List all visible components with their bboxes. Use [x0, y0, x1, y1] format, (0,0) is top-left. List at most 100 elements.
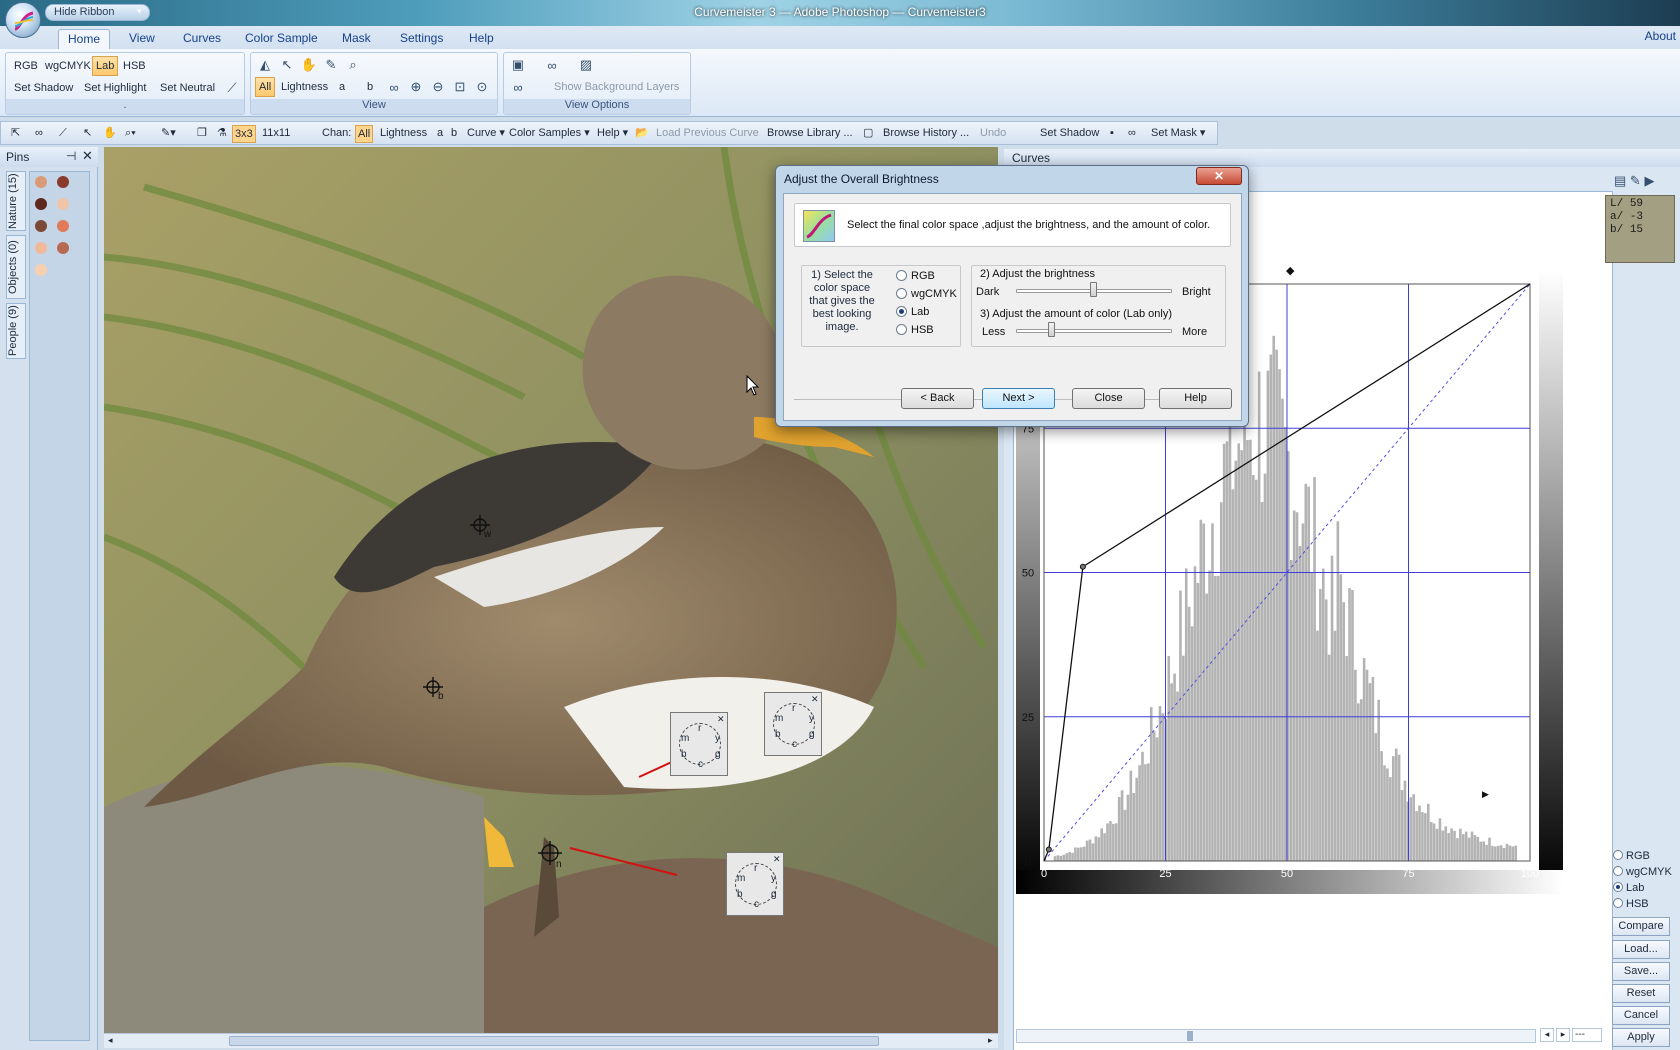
toolbar-zoom-icon[interactable]: ⌕▾ [123, 125, 138, 143]
scroll-left-icon[interactable]: ◂ [108, 1035, 113, 1046]
mode-rgb-button[interactable]: RGB [10, 56, 42, 76]
tab-nature[interactable]: Nature (15) [6, 171, 26, 231]
dialog-radio-lab[interactable]: Lab [896, 306, 929, 318]
highlight-marker-icon[interactable]: ▶ [1482, 789, 1489, 799]
pin-preset-icon[interactable] [57, 198, 69, 210]
about-link[interactable]: About [1645, 29, 1676, 43]
pin-preset-icon[interactable] [35, 198, 47, 210]
sampler-close-icon[interactable]: ✕ [773, 854, 781, 865]
color-sampler-widget[interactable]: ✕ r y g c b m [726, 852, 784, 916]
folder-icon[interactable]: 📂 [633, 125, 651, 143]
set-neutral-button[interactable]: Set Neutral [156, 78, 219, 98]
sampler-close-icon[interactable]: ✕ [811, 694, 819, 705]
dialog-close-button[interactable]: Close [1072, 388, 1145, 409]
toolbar-set-shadow-button[interactable]: Set Shadow [1038, 125, 1101, 143]
quick-access-dropdown-icon[interactable]: ▾ [137, 6, 142, 17]
zoom-in-icon[interactable]: ⊕ [406, 77, 426, 97]
channel-a-button[interactable]: a [335, 77, 349, 97]
curves-settings-icon[interactable]: ✎ [1630, 173, 1641, 188]
curve-menu[interactable]: Curve ▾ [465, 125, 507, 143]
play-icon[interactable]: ▶ [1644, 173, 1654, 188]
mode-wgcmyk-button[interactable]: wgCMYK [41, 56, 95, 76]
scrollbar-thumb[interactable] [229, 1036, 879, 1046]
magnifier-icon[interactable]: ⌕ [343, 55, 363, 75]
curve-tool-icon[interactable]: ⟋ [222, 78, 242, 98]
colorspace-option-lab[interactable]: Lab [1613, 882, 1644, 894]
toolbar-mask-icon[interactable]: ∞ [33, 125, 45, 143]
pin-preset-icon[interactable] [57, 242, 69, 254]
tab-people[interactable]: People (9) [6, 303, 26, 359]
pin-preset-icon[interactable] [57, 220, 69, 232]
toolbar-eyedropper-icon[interactable]: ✎▾ [159, 125, 178, 143]
toolbar-hand-icon[interactable]: ✋ [101, 125, 119, 143]
tab-settings[interactable]: Settings [391, 29, 452, 49]
set-highlight-button[interactable]: Set Highlight [80, 78, 150, 98]
next-button[interactable]: Next > [982, 388, 1055, 409]
pin-preset-icon[interactable] [35, 264, 47, 276]
zoom-value-field[interactable]: --- [1572, 1028, 1602, 1042]
pointer-icon[interactable]: ↖ [277, 55, 297, 75]
dialog-radio-wgcmyk[interactable]: wgCMYK [896, 288, 957, 300]
tab-help[interactable]: Help [460, 29, 503, 49]
brightness-slider-thumb[interactable] [1090, 282, 1097, 297]
dialog-radio-rgb[interactable]: RGB [896, 270, 935, 282]
color-amount-slider[interactable] [1016, 322, 1172, 342]
toolbar-channel-b[interactable]: b [449, 125, 459, 143]
mask-view-icon[interactable]: ∞ [384, 77, 404, 97]
curves-logo-icon[interactable]: ◭ [255, 55, 275, 75]
pin-preset-icon[interactable] [35, 220, 47, 232]
zoom-out-icon[interactable]: ⊖ [428, 77, 448, 97]
curve-preset-icon[interactable]: ▤ [1614, 173, 1626, 188]
tab-objects[interactable]: Objects (0) [6, 235, 26, 299]
image-icon[interactable]: ▨ [576, 55, 596, 75]
save-button[interactable]: Save... [1612, 962, 1670, 981]
browse-history-button[interactable]: Browse History ... [881, 125, 971, 143]
dialog-radio-hsb[interactable]: HSB [896, 324, 934, 336]
channel-b-button[interactable]: b [363, 77, 377, 97]
pin-preset-icon[interactable] [35, 242, 47, 254]
zoom-actual-icon[interactable]: ⊙ [472, 77, 492, 97]
save-icon[interactable]: ▪ [1108, 125, 1116, 143]
tab-view[interactable]: View [120, 29, 164, 49]
pin-preset-icon[interactable] [57, 176, 69, 188]
channel-all-button[interactable]: All [255, 77, 276, 97]
pin-preset-icon[interactable] [35, 176, 47, 188]
sampler-close-icon[interactable]: ✕ [717, 714, 725, 725]
zoom-prev-icon[interactable]: ◂ [1540, 1028, 1554, 1042]
undo-button[interactable]: Undo [978, 125, 1008, 143]
colorspace-option-rgb[interactable]: RGB [1613, 850, 1650, 862]
toolbar-brush-icon[interactable]: ⚗ [215, 125, 229, 143]
tab-curves[interactable]: Curves [174, 29, 230, 49]
close-panel-icon[interactable]: ✕ [82, 148, 93, 164]
grid-3x3-button[interactable]: 3x3 [232, 125, 256, 143]
browse-library-button[interactable]: Browse Library ... [765, 125, 855, 143]
toolbar-copy-icon[interactable]: ❐ [195, 125, 209, 143]
reset-button[interactable]: Reset [1612, 984, 1670, 1003]
toolbar-pin-icon[interactable]: ⇱ [9, 125, 22, 143]
load-previous-curve-button[interactable]: Load Previous Curve [654, 125, 761, 143]
horizontal-scrollbar[interactable]: ◂ ▸ [104, 1033, 998, 1048]
toolbar-pointer-icon[interactable]: ↖ [81, 125, 94, 143]
zoom-slider[interactable] [1016, 1029, 1536, 1043]
history-icon[interactable]: ▢ [861, 125, 875, 143]
show-background-layers-button[interactable]: Show Background Layers [550, 77, 683, 97]
color-sampler-widget[interactable]: ✕ r y g c b m [764, 692, 822, 756]
set-shadow-button[interactable]: Set Shadow [10, 78, 77, 98]
tab-color-sample[interactable]: Color Sample [236, 29, 327, 49]
apply-button[interactable]: Apply [1612, 1028, 1670, 1047]
toolbar-channel-lightness[interactable]: Lightness [378, 125, 429, 143]
curve-marker-icon[interactable]: ◆ [1286, 265, 1295, 277]
toolbar-curve-icon[interactable]: ⟋ [57, 125, 69, 143]
tab-mask[interactable]: Mask [333, 29, 380, 49]
zoom-fit-icon[interactable]: ⊡ [450, 77, 470, 97]
set-mask-icon[interactable]: ∞ [1126, 125, 1138, 143]
eyedropper-icon[interactable]: ✎ [321, 55, 341, 75]
brightness-slider[interactable] [1016, 282, 1172, 302]
cancel-button[interactable]: Cancel [1612, 1006, 1670, 1025]
hide-ribbon-button[interactable]: Hide Ribbon [45, 4, 150, 21]
color-sampler-widget[interactable]: ✕ r y g c b m [670, 712, 728, 776]
colorspace-option-hsb[interactable]: HSB [1613, 898, 1649, 910]
color-amount-slider-thumb[interactable] [1048, 322, 1055, 337]
help-menu[interactable]: Help ▾ [595, 125, 630, 143]
dialog-close-x-button[interactable]: ✕ [1196, 167, 1242, 185]
